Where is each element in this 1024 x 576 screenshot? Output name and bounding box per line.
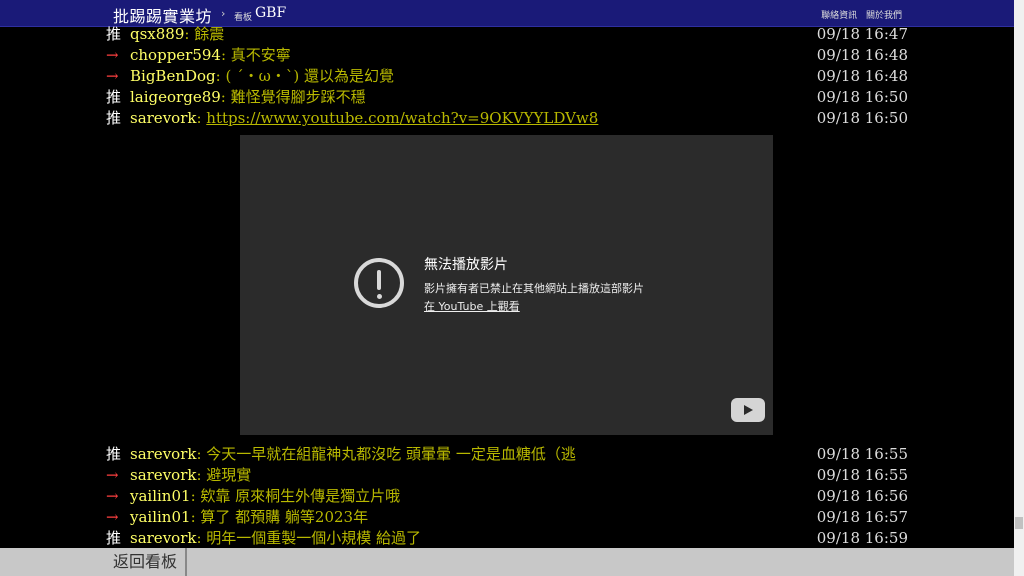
push-row: 推 sarevork: https://www.youtube.com/watch… [106,108,908,128]
push-user: sarevork [130,466,197,484]
push-tag: 推 [106,445,122,463]
push-time: 09/18 16:48 [816,67,908,85]
push-tag: 推 [106,529,122,547]
push-content: : 欸靠 原來桐生外傳是獨立片哦 [190,487,401,505]
push-row: 推 qsx889: 餘震 09/18 16:47 [106,24,908,44]
push-row: → yailin01: 算了 都預購 躺等2023年 09/18 16:57 [106,507,908,527]
vertical-scrollbar[interactable] [1014,0,1024,576]
watch-on-youtube-link[interactable]: 在 YouTube 上觀看 [424,298,520,314]
push-content: : 餘震 [184,25,225,43]
push-content: : 難怪覺得腳步踩不穩 [220,88,366,106]
push-tag: → [106,67,119,85]
push-user: BigBenDog [130,67,216,85]
board-label: 看板 [234,13,253,23]
push-time: 09/18 16:55 [816,445,908,463]
video-error-title: 無法播放影片 [424,257,508,273]
push-time: 09/18 16:56 [816,487,908,505]
push-user: yailin01 [130,508,191,526]
push-tag: 推 [106,109,122,127]
back-to-board-button[interactable]: 返回看板 [105,548,187,576]
board-name-link[interactable]: GBF [255,5,286,21]
push-row: → sarevork: 避現實 09/18 16:55 [106,465,908,485]
push-content: : 真不安寧 [220,46,291,64]
push-content: : https://www.youtube.com/watch?v=9OKVYY… [196,109,598,127]
error-exclamation-icon [354,258,404,308]
bottom-bar: 返回看板 [0,548,1014,576]
push-tag: → [106,487,119,505]
push-user: yailin01 [130,487,191,505]
push-tag: → [106,466,119,484]
embedded-video-player[interactable]: 無法播放影片 影片擁有者已禁止在其他網站上播放這部影片 在 YouTube 上觀… [240,135,773,435]
push-time: 09/18 16:48 [816,46,908,64]
push-user: sarevork [130,529,197,547]
push-user: sarevork [130,109,197,127]
push-time: 09/18 16:57 [816,508,908,526]
youtube-link[interactable]: https://www.youtube.com/watch?v=9OKVYYLD… [206,109,598,127]
top-navbar: 批踢踢實業坊 › 看板 GBF 聯絡資訊 關於我們 [0,0,1014,27]
push-row: 推 laigeorge89: 難怪覺得腳步踩不穩 09/18 16:50 [106,87,908,107]
breadcrumb-separator: › [221,7,226,20]
push-content: : 避現實 [196,466,252,484]
push-content: : 明年一個重製一個小規模 給過了 [196,529,422,547]
push-tag: → [106,508,119,526]
push-row: 推 sarevork: 今天一早就在組龍神丸都沒吃 頭暈暈 一定是血糖低（逃 09… [106,444,908,464]
push-content: : 算了 都預購 躺等2023年 [190,508,369,526]
push-time: 09/18 16:47 [816,25,908,43]
contact-info-link[interactable]: 聯絡資訊 [821,11,857,21]
video-error-message: 影片擁有者已禁止在其他網站上播放這部影片 [424,282,644,295]
push-row: → chopper594: 真不安寧 09/18 16:48 [106,45,908,65]
youtube-logo-icon[interactable] [731,398,765,422]
push-user: chopper594 [130,46,221,64]
push-time: 09/18 16:50 [816,88,908,106]
push-content: : 今天一早就在組龍神丸都沒吃 頭暈暈 一定是血糖低（逃 [196,445,576,463]
push-tag: → [106,46,119,64]
top-links: 聯絡資訊 關於我們 [815,8,902,21]
push-time: 09/18 16:50 [816,109,908,127]
push-user: sarevork [130,445,197,463]
push-row: → yailin01: 欸靠 原來桐生外傳是獨立片哦 09/18 16:56 [106,486,908,506]
push-row: → BigBenDog: ( ˊ・ω・ˋ) 還以為是幻覺 09/18 16:48 [106,66,908,86]
push-time: 09/18 16:59 [816,529,908,547]
push-tag: 推 [106,88,122,106]
push-content-prefix: : [196,109,207,127]
scrollbar-thumb[interactable] [1015,517,1023,529]
push-user: laigeorge89 [130,88,221,106]
push-tag: 推 [106,25,122,43]
push-user: qsx889 [130,25,185,43]
push-content: : ( ˊ・ω・ˋ) 還以為是幻覺 [215,67,394,85]
about-us-link[interactable]: 關於我們 [866,11,902,21]
push-time: 09/18 16:55 [816,466,908,484]
push-row: 推 sarevork: 明年一個重製一個小規模 給過了 09/18 16:59 [106,528,908,548]
